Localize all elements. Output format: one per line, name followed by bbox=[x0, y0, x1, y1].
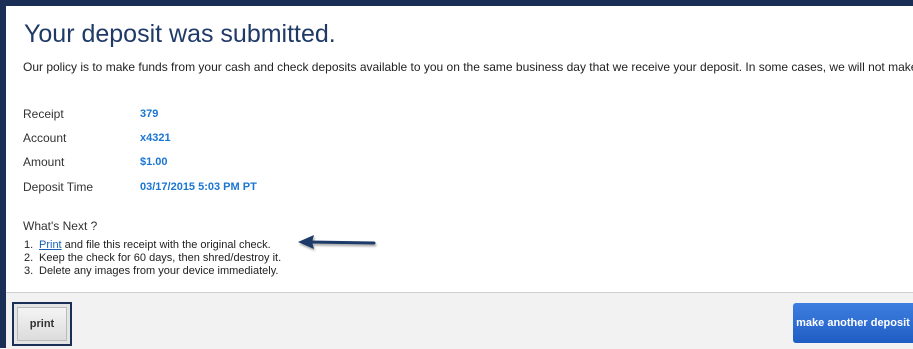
next-steps-list: 1. Print and file this receipt with the o… bbox=[24, 239, 281, 278]
step-number: 2. bbox=[24, 252, 34, 264]
print-button-label: print bbox=[29, 318, 55, 330]
policy-text: Our policy is to make funds from your ca… bbox=[23, 60, 913, 74]
print-button-face: print bbox=[17, 307, 67, 341]
print-link[interactable]: Print bbox=[39, 239, 62, 251]
make-another-deposit-label: make another deposit bbox=[796, 317, 910, 329]
whats-next-heading: What's Next ? bbox=[23, 219, 98, 233]
step-text: and file this receipt with the original … bbox=[61, 239, 271, 251]
receipt-label: Receipt bbox=[23, 107, 64, 121]
page-title: Your deposit was submitted. bbox=[24, 20, 336, 48]
deposit-time-value: 03/17/2015 5:03 PM PT bbox=[140, 181, 257, 193]
arrow-left-icon bbox=[298, 235, 376, 249]
step-number: 3. bbox=[24, 265, 34, 277]
account-value: x4321 bbox=[140, 132, 171, 144]
list-item: 2. Keep the check for 60 days, then shred… bbox=[24, 252, 281, 265]
step-text: Delete any images from your device immed… bbox=[39, 265, 279, 277]
step-text: Keep the check for 60 days, then shred/d… bbox=[39, 252, 282, 264]
receipt-value: 379 bbox=[140, 108, 159, 120]
deposit-time-label: Deposit Time bbox=[23, 180, 94, 194]
step-number: 1. bbox=[24, 239, 34, 251]
print-button[interactable]: print bbox=[12, 302, 72, 346]
amount-value: $1.00 bbox=[140, 156, 168, 168]
make-another-deposit-button[interactable]: make another deposit bbox=[793, 303, 913, 343]
footer-bar bbox=[6, 292, 913, 349]
account-label: Account bbox=[23, 131, 67, 145]
list-item: 3. Delete any images from your device imm… bbox=[24, 265, 281, 278]
amount-label: Amount bbox=[23, 155, 65, 169]
list-item: 1. Print and file this receipt with the o… bbox=[24, 239, 281, 252]
